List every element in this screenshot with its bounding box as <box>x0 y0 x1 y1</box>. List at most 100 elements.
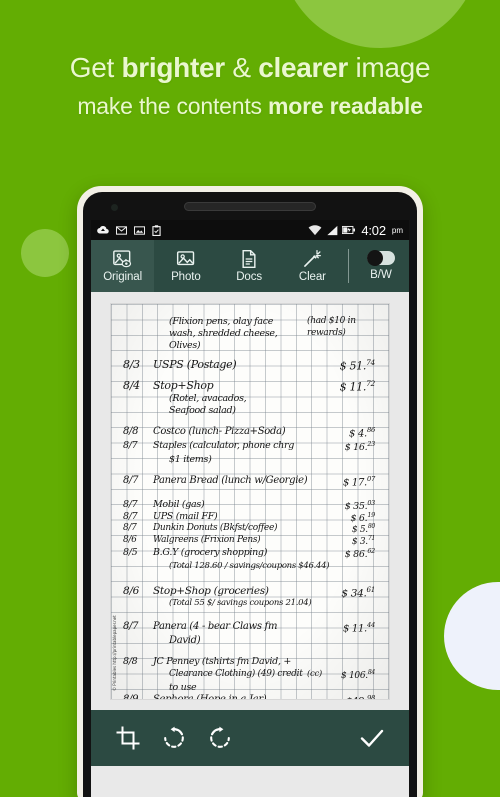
ledger-amount-cents: 23 <box>367 439 375 448</box>
ledger-description: (Rotel, avacados, <box>169 392 247 404</box>
ledger-date: 8/3 <box>123 357 140 371</box>
ledger-description: Staples (calculator, phone chrg <box>153 439 295 451</box>
wifi-icon <box>308 224 322 235</box>
rotate-right-icon <box>210 726 230 748</box>
filter-toolbar: Original Photo Docs Clear B/W <box>91 240 409 292</box>
headline-text-get: Get <box>69 52 122 83</box>
ledger-description: JC Penney (tshirts fm David, + <box>153 655 292 667</box>
ledger-amount: $ 17.07 <box>342 474 375 488</box>
bw-toggle-label: B/W <box>370 269 392 281</box>
ledger-amount: $ 51.74 <box>339 357 376 373</box>
ledger-description: to use <box>169 681 197 693</box>
tab-clear[interactable]: Clear <box>281 240 344 292</box>
decorative-circle-right <box>444 582 500 690</box>
rotate-right-button[interactable] <box>197 726 243 750</box>
tab-original[interactable]: Original <box>91 240 155 292</box>
ledger-date: 8/8 <box>123 655 138 667</box>
battery-charging-icon <box>342 225 356 235</box>
earpiece-speaker <box>184 202 316 211</box>
ledger-amount-cents: 98 <box>366 693 375 699</box>
headline-line-2: make the contents more readable <box>0 92 500 122</box>
ledger-note: (cc) <box>307 668 322 679</box>
ledger-description: (Flixion pens, olay face <box>169 315 274 327</box>
ledger-note: (had $10 in <box>307 315 356 326</box>
tab-photo-label: Photo <box>171 271 201 283</box>
ledger-amount-cents: 86 <box>366 425 375 434</box>
check-icon <box>360 729 384 747</box>
ledger-note: rewards) <box>307 327 346 338</box>
ledger-date: 8/9 <box>123 694 139 699</box>
decorative-circle-left <box>21 229 69 277</box>
ledger-date: 8/5 <box>123 546 138 558</box>
ledger-amount-cents: 07 <box>366 474 375 483</box>
ledger-amount: $ 3.71 <box>351 534 375 547</box>
ledger-date: 8/7 <box>123 522 137 533</box>
tab-docs[interactable]: Docs <box>218 240 281 292</box>
tab-photo[interactable]: Photo <box>154 240 217 292</box>
ledger-date: 8/7 <box>123 474 139 486</box>
headline-text-make: make the contents <box>77 93 269 120</box>
ledger-amount-cents: 71 <box>367 534 375 542</box>
tab-clear-label: Clear <box>298 271 326 283</box>
bw-toggle[interactable]: B/W <box>353 240 409 292</box>
decorative-circle-top <box>280 0 480 48</box>
headline-line-1: Get brighter & clearer image <box>0 50 500 86</box>
ledger-description: UPS (mail FF) <box>153 510 218 522</box>
ledger-amount-cents: 19 <box>367 510 375 519</box>
ledger-description: David) <box>169 634 201 646</box>
image-eye-icon <box>112 250 131 268</box>
ledger-amount: $ 86.62 <box>344 546 376 560</box>
ledger-date: 8/6 <box>123 584 139 597</box>
ledger-description: USPS (Postage) <box>153 357 237 371</box>
edit-toolbar <box>91 710 409 766</box>
ledger-amount: $ 5.80 <box>351 522 375 535</box>
headline-text-clearer: clearer <box>258 52 348 83</box>
document-icon <box>242 249 256 269</box>
ledger-amount: $ 11.44 <box>342 620 375 634</box>
done-button[interactable] <box>349 726 395 750</box>
ledger-date: 8/7 <box>123 439 138 451</box>
ledger-description: Stop+Shop <box>153 378 214 392</box>
status-bar-meridiem: pm <box>391 225 403 235</box>
ledger-amount-cents: 44 <box>366 620 375 629</box>
cellular-signal-icon <box>327 225 338 235</box>
ledger-description: Panera (4 - bear Claws fm <box>153 620 278 632</box>
ledger-amount: $ 11.72 <box>339 378 376 394</box>
ledger-description: (Total 55 $/ savings coupons 21.04) <box>169 597 312 608</box>
bw-switch-icon[interactable] <box>367 250 395 266</box>
status-bar-clock: 4:02 <box>361 222 386 238</box>
ledger-amount: $49.98 <box>346 694 375 699</box>
page-margin-credit: © Printables http://printablepaper.net <box>112 614 117 691</box>
rotate-left-button[interactable] <box>151 726 197 750</box>
gmail-icon <box>116 225 127 235</box>
ledger-amount: $ 34.61 <box>341 584 375 600</box>
ledger-amount: $ 4.86 <box>349 425 375 439</box>
ledger-date: 8/8 <box>123 425 139 437</box>
ledger-description: Mobil (gas) <box>153 498 205 510</box>
phone-mockup: 4:02 pm Original Photo Docs Clear B/W (F… <box>77 186 423 797</box>
tab-original-label: Original <box>103 271 143 283</box>
ledger-description: Olives) <box>169 339 201 351</box>
ledger-amount-cents: 74 <box>366 357 375 367</box>
status-bar: 4:02 pm <box>91 220 409 240</box>
tab-docs-label: Docs <box>236 271 263 283</box>
cloud-upload-icon <box>97 225 109 234</box>
toolbar-divider <box>348 249 349 283</box>
ledger-description: $1 items) <box>169 453 212 465</box>
ledger-amount-cents: 03 <box>367 498 375 507</box>
ledger-description: Walgreens (Frixion Pens) <box>153 534 261 545</box>
ledger-date: 8/7 <box>123 498 138 510</box>
screenshot-icon <box>134 225 145 235</box>
magic-wand-icon <box>304 250 322 267</box>
ledger-description: B.G.Y (grocery shopping) <box>153 546 268 558</box>
ledger-description: Dunkin Donuts (Bkfst/coffee) <box>153 522 278 533</box>
document-preview[interactable]: (Flixion pens, olay face (had $10 in wash,… <box>91 292 409 710</box>
rotate-left-icon <box>164 726 184 748</box>
ledger-date: 8/7 <box>123 620 139 632</box>
ledger-amount-cents: 62 <box>367 546 375 555</box>
phone-bezel: 4:02 pm Original Photo Docs Clear B/W (F… <box>83 192 417 797</box>
ledger-amount: $ 106.84 <box>340 668 375 681</box>
ledger-description: Sephora (Hope in a Jar) <box>153 694 267 699</box>
phone-screen: 4:02 pm Original Photo Docs Clear B/W (F… <box>91 220 409 797</box>
crop-button[interactable] <box>105 726 151 750</box>
